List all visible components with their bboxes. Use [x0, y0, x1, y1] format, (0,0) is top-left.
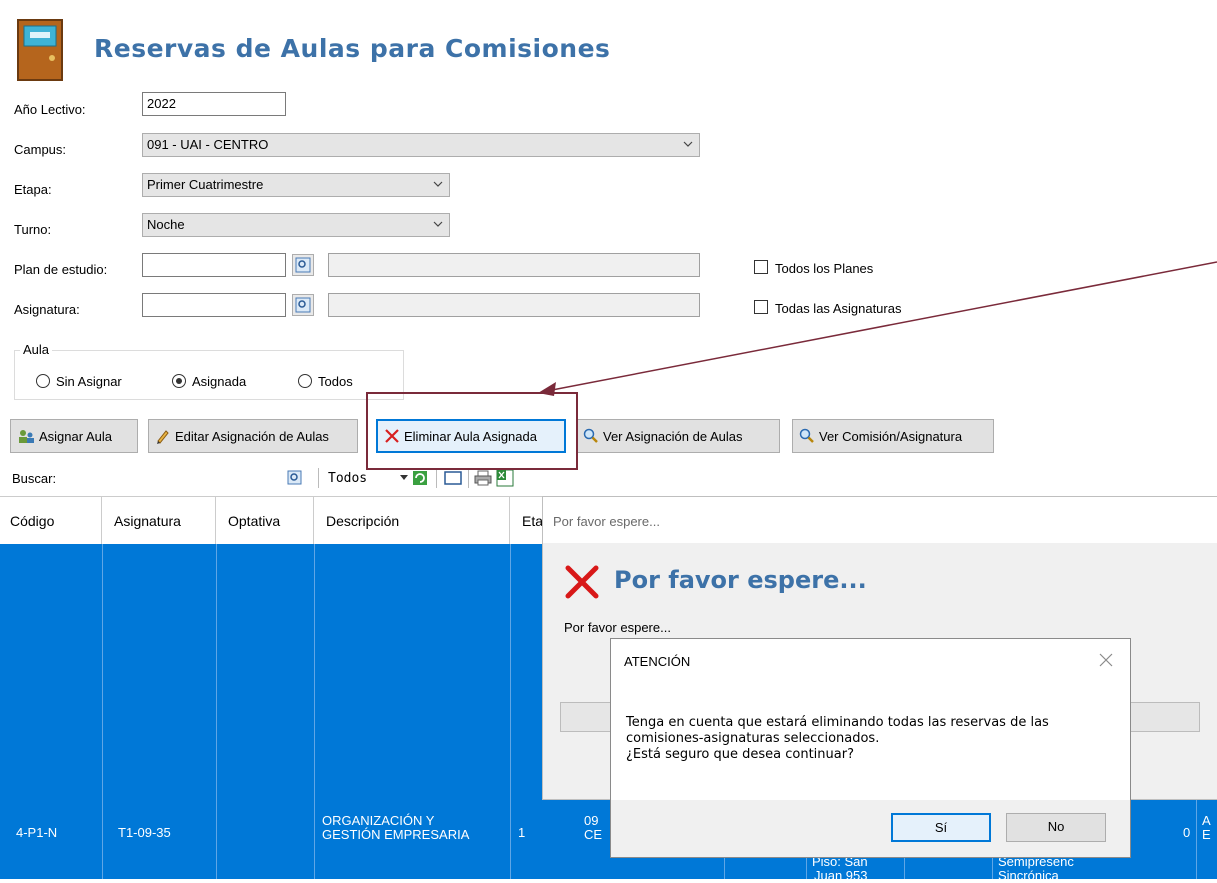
todos-planes-checkbox[interactable] — [754, 260, 768, 274]
radio-todos-label: Todos — [318, 374, 353, 389]
filter-caret-icon[interactable] — [400, 475, 408, 481]
magnifier-icon — [799, 428, 814, 443]
aula-legend: Aula — [20, 342, 53, 357]
turno-value: Noche — [147, 217, 185, 232]
cell-divider — [102, 544, 103, 879]
anio-label: Año Lectivo: — [14, 102, 86, 117]
excel-icon[interactable] — [496, 469, 514, 487]
refresh-icon[interactable] — [412, 470, 428, 486]
plan-label: Plan de estudio: — [14, 262, 108, 277]
anio-value: 2022 — [147, 96, 176, 111]
red-x-icon — [565, 565, 599, 599]
todas-asignaturas-label: Todas las Asignaturas — [775, 301, 902, 316]
turno-select[interactable]: Noche — [142, 213, 450, 237]
dialog-message: Tenga en cuenta que estará eliminando to… — [626, 715, 1049, 763]
wait-progress-bar-right — [1130, 702, 1200, 732]
ver-asignacion-label: Ver Asignación de Aulas — [603, 428, 743, 444]
cell-asignatura: T1-09-35 — [118, 825, 171, 840]
ver-asignacion-button[interactable]: Ver Asignación de Aulas — [576, 419, 780, 453]
search-lookup-icon[interactable] — [286, 469, 304, 487]
search-label: Buscar: — [12, 471, 57, 486]
asignar-aula-label: Asignar Aula — [39, 428, 112, 444]
wait-heading: Por favor espere... — [614, 566, 867, 594]
etapa-select[interactable]: Primer Cuatrimestre — [142, 173, 450, 197]
campus-select[interactable]: 091 - UAI - CENTRO — [142, 133, 700, 157]
campus-value: 091 - UAI - CENTRO — [147, 137, 269, 152]
annotation-highlight-box — [366, 392, 578, 470]
column-header-codigo[interactable]: Código — [0, 497, 102, 545]
todos-planes-label: Todos los Planes — [775, 261, 874, 276]
page-title: Reservas de Aulas para Comisiones — [94, 34, 611, 63]
people-icon — [19, 430, 34, 443]
pencil-icon — [157, 430, 169, 444]
radio-sin-asignar[interactable] — [36, 374, 50, 388]
editar-asignacion-button[interactable]: Editar Asignación de Aulas — [148, 419, 358, 453]
lookup-icon — [295, 257, 311, 273]
close-icon[interactable] — [1098, 652, 1114, 668]
anio-input[interactable]: 2022 — [142, 92, 286, 116]
window-icon[interactable] — [444, 470, 462, 486]
radio-asignada-label: Asignada — [192, 374, 247, 389]
cell-partial-g: A — [1202, 813, 1211, 828]
chevron-down-icon — [433, 181, 443, 187]
asignatura-code-input[interactable] — [142, 293, 286, 317]
cell-divider — [314, 544, 315, 879]
asignatura-lookup-button[interactable] — [292, 294, 314, 316]
etapa-value: Primer Cuatrimestre — [147, 177, 264, 192]
door-icon — [17, 19, 63, 81]
dialog-title: ATENCIÓN — [624, 654, 691, 669]
dialog-message-line3: ¿Está seguro que desea continuar? — [626, 747, 854, 762]
plan-code-input[interactable] — [142, 253, 286, 277]
cell-codigo: 4-P1-N — [16, 825, 58, 840]
plan-description-field — [328, 253, 700, 277]
asignar-aula-button[interactable]: Asignar Aula — [10, 419, 138, 453]
cell-divider — [216, 544, 217, 879]
dialog-message-line1: Tenga en cuenta que estará eliminando to… — [626, 715, 1049, 730]
campus-label: Campus: — [14, 142, 67, 157]
cell-partial-h: E — [1202, 827, 1211, 842]
toolbar-divider — [468, 468, 469, 488]
no-button[interactable]: No — [1006, 813, 1106, 842]
asignatura-description-field — [328, 293, 700, 317]
toolbar-divider — [436, 468, 437, 488]
cell-descripcion-line2: GESTIÓN EMPRESARIA — [322, 827, 470, 842]
toolbar-divider — [318, 468, 319, 488]
cell-descripcion-line1: ORGANIZACIÓN Y — [322, 813, 435, 828]
lookup-icon — [295, 297, 311, 313]
radio-asignada[interactable] — [172, 374, 186, 388]
cell-count: 0 — [1183, 825, 1191, 840]
editar-asignacion-label: Editar Asignación de Aulas — [175, 428, 329, 444]
printer-icon[interactable] — [474, 470, 492, 486]
etapa-label: Etapa: — [14, 182, 52, 197]
column-header-asignatura[interactable]: Asignatura — [102, 497, 216, 545]
todas-asignaturas-checkbox[interactable] — [754, 300, 768, 314]
radio-todos[interactable] — [298, 374, 312, 388]
wait-window-titlebar: Por favor espere... — [543, 497, 1217, 543]
wait-message: Por favor espere... — [564, 620, 671, 635]
filter-dropdown[interactable]: Todos — [328, 471, 367, 486]
cell-etapa: 1 — [518, 825, 526, 840]
radio-sin-asignar-label: Sin Asignar — [56, 374, 122, 389]
wait-window-title: Por favor espere... — [553, 514, 660, 529]
cell-divider — [510, 544, 511, 879]
cell-partial-b: CE — [584, 827, 603, 842]
ver-comision-button[interactable]: Ver Comisión/Asignatura — [792, 419, 994, 453]
cell-partial-d: Juan 953 — [814, 868, 868, 883]
wait-progress-bar-left — [560, 702, 612, 732]
plan-lookup-button[interactable] — [292, 254, 314, 276]
asignatura-label: Asignatura: — [14, 302, 80, 317]
column-header-optativa[interactable]: Optativa — [216, 497, 314, 545]
ver-comision-label: Ver Comisión/Asignatura — [819, 428, 963, 444]
chevron-down-icon — [683, 141, 693, 147]
chevron-down-icon — [433, 221, 443, 227]
turno-label: Turno: — [14, 222, 52, 237]
yes-button[interactable]: Sí — [891, 813, 991, 842]
cell-partial-a: 09 — [584, 813, 599, 828]
column-header-descripcion[interactable]: Descripción — [314, 497, 510, 545]
search-bar: Buscar: Todos — [10, 466, 1210, 492]
dialog-message-line2: comisiones-asignaturas seleccionados. — [626, 731, 880, 746]
magnifier-icon — [583, 428, 598, 443]
cell-partial-f: Sincrónica — [998, 868, 1059, 883]
